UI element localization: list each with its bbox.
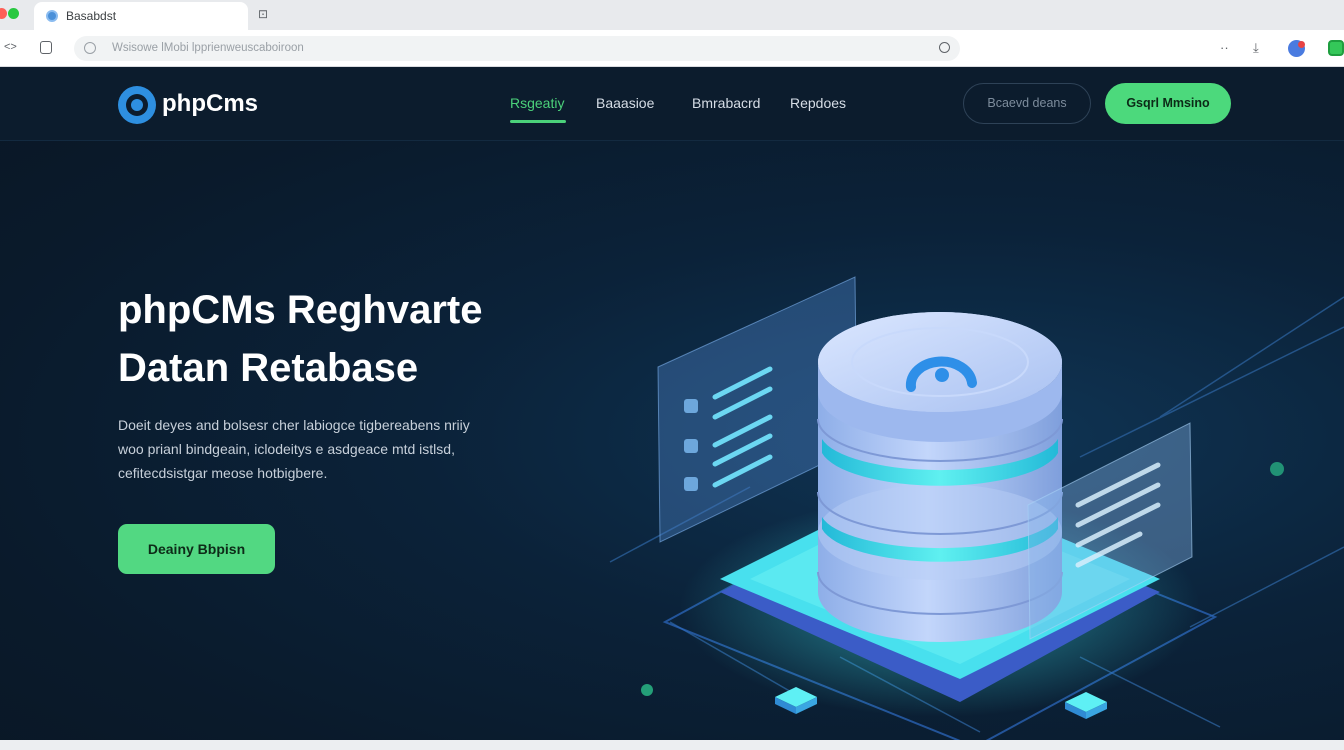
- browser-tab[interactable]: Basabdst: [34, 2, 248, 30]
- back-forward-icon[interactable]: <>: [4, 41, 17, 53]
- green-extension-icon[interactable]: [1328, 40, 1344, 56]
- close-window-icon[interactable]: [0, 8, 7, 19]
- hero-title: phpCMs Reghvarte Datan Retabase: [118, 281, 483, 397]
- dot-1: [641, 684, 653, 696]
- browser-toolbar: <> Wsisowe lMobi lpprienweuscaboiroon ··…: [0, 30, 1344, 67]
- hero-description: Doeit deyes and bolsesr cher labiogce ti…: [118, 413, 558, 485]
- nav-item-4[interactable]: Repdoes: [790, 95, 846, 111]
- nav-item-3[interactable]: Bmrabacrd: [692, 95, 760, 111]
- logo-text[interactable]: phpCms: [162, 90, 258, 118]
- page-bottom-edge: [0, 740, 1344, 750]
- tab-title: Basabdst: [66, 9, 117, 23]
- hero-cta-button[interactable]: Deainy Bbpisn: [118, 524, 275, 574]
- page-info-icon[interactable]: [40, 41, 52, 54]
- hero-title-line-1: phpCMs Reghvarte: [118, 288, 483, 332]
- primary-header-button[interactable]: Gsqrl Mmsino: [1105, 83, 1231, 124]
- hero-desc-line-1: Doeit deyes and bolsesr cher labiogce ti…: [118, 417, 470, 433]
- download-icon[interactable]: ⤓: [1253, 40, 1259, 56]
- dot-4: [1270, 462, 1284, 476]
- logo-icon[interactable]: [118, 86, 156, 124]
- site-header: phpCms Rsgeatiy Baaasioe Bmrabacrd Repdo…: [0, 67, 1344, 141]
- hero-title-line-2: Datan Retabase: [118, 346, 419, 390]
- database-illustration: [609, 276, 1344, 740]
- maximize-window-icon[interactable]: [8, 8, 19, 19]
- outline-button[interactable]: Bcaevd deans: [963, 83, 1091, 124]
- nav-item-1[interactable]: Rsgeatiy: [510, 95, 564, 111]
- hero-desc-line-3: cefitecdsistgar meose hotbigbere.: [118, 465, 328, 481]
- hero-desc-line-2: woo prianl bindgeain, iclodeitys e asdge…: [118, 441, 455, 457]
- new-tab-icon[interactable]: ⊡: [258, 7, 268, 21]
- address-bar[interactable]: Wsisowe lMobi lpprienweuscaboiroon: [74, 36, 960, 61]
- profile-extension-icon[interactable]: [1288, 40, 1305, 57]
- nav-item-2[interactable]: Baaasioe: [596, 95, 654, 111]
- address-text: Wsisowe lMobi lpprienweuscaboiroon: [112, 42, 304, 54]
- bookmark-icon[interactable]: [939, 42, 950, 53]
- favicon-icon: [46, 10, 58, 22]
- active-nav-indicator: [510, 120, 566, 123]
- more-dots-icon[interactable]: ··: [1220, 40, 1229, 55]
- site-info-icon[interactable]: [84, 42, 96, 54]
- web-page: phpCms Rsgeatiy Baaasioe Bmrabacrd Repdo…: [0, 67, 1344, 740]
- browser-tab-bar: Basabdst ⊡: [0, 0, 1344, 30]
